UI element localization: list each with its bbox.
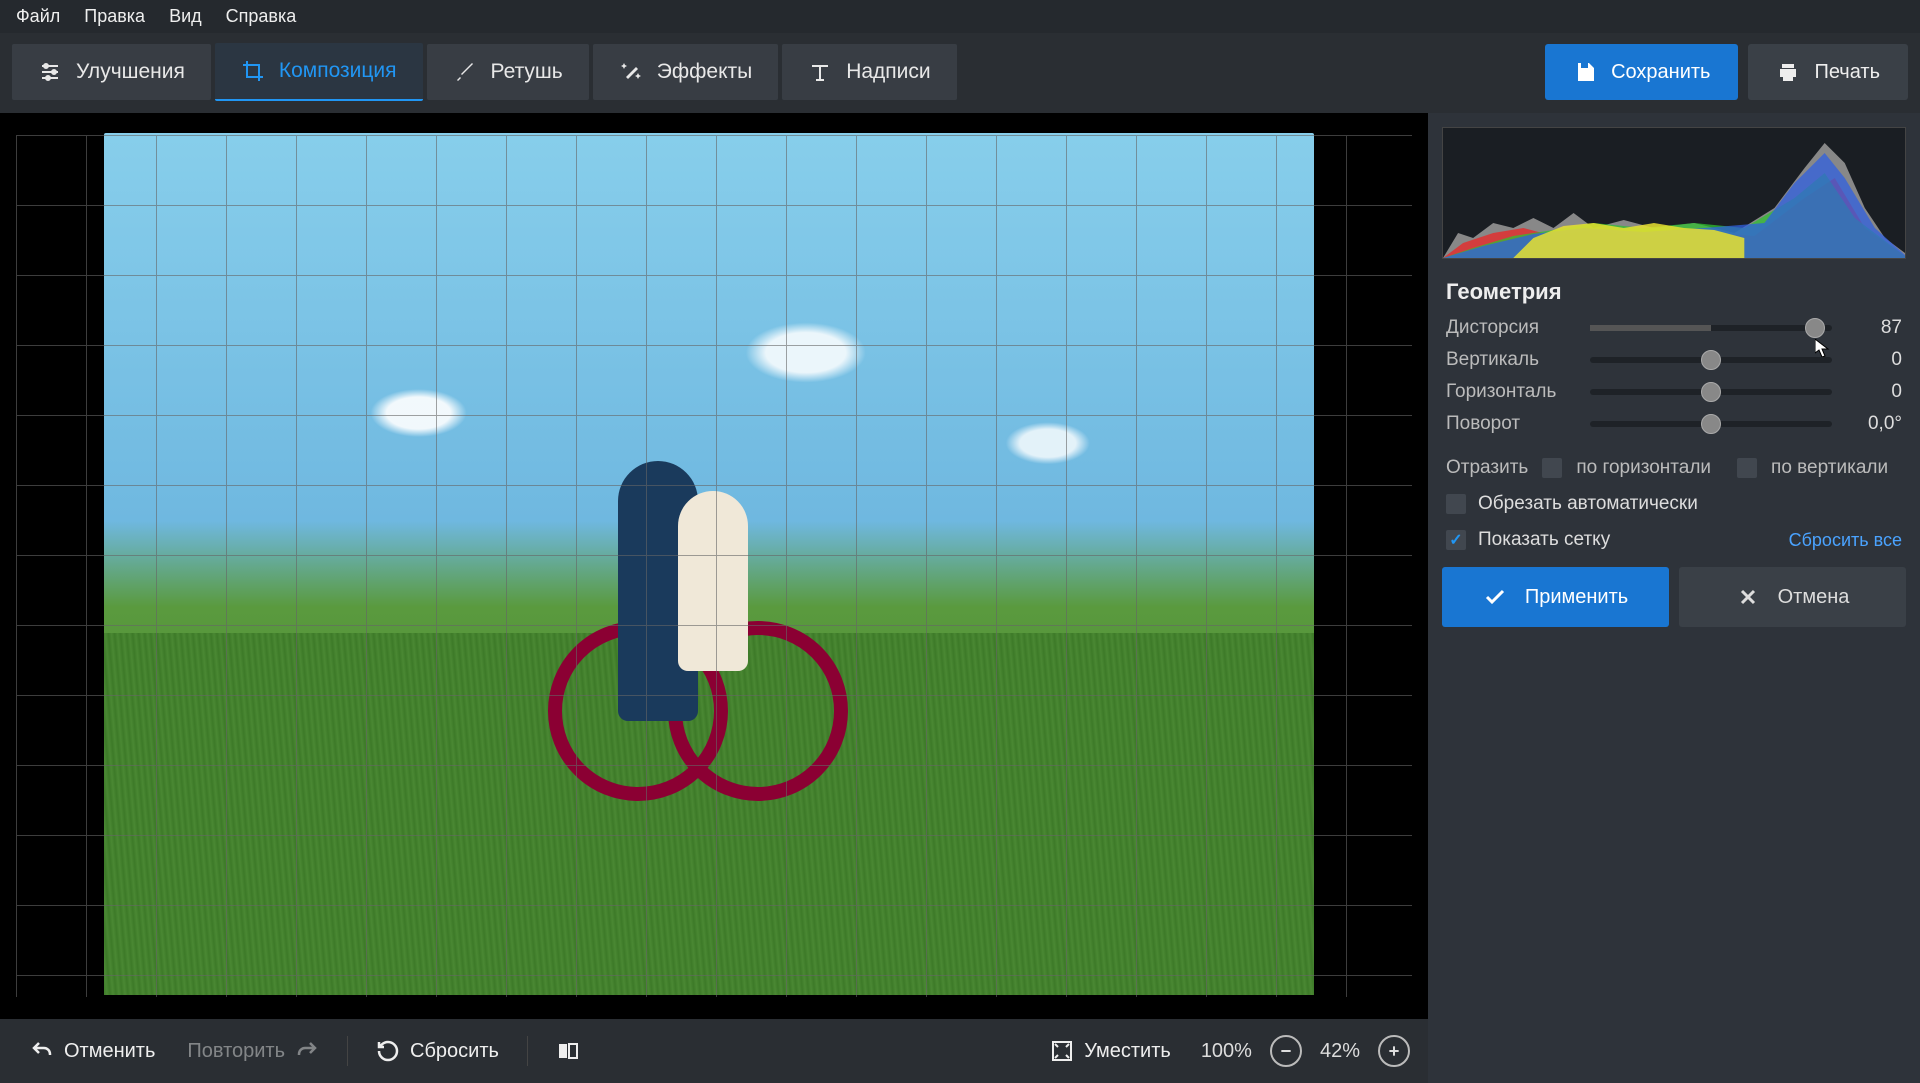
show-grid-label: Показать сетку [1478, 529, 1610, 551]
zoom-out-button[interactable] [1270, 1035, 1302, 1067]
slider-thumb[interactable] [1701, 382, 1721, 402]
zoom-100-button[interactable]: 100% [1201, 1040, 1252, 1063]
close-icon [1736, 585, 1760, 609]
redo-label: Повторить [187, 1040, 285, 1063]
tab-label: Ретушь [491, 60, 563, 84]
histogram-chart [1443, 128, 1905, 258]
menu-help[interactable]: Справка [226, 6, 297, 27]
print-button[interactable]: Печать [1748, 44, 1908, 100]
slider-horizontal: Горизонталь 0 [1446, 381, 1902, 403]
tab-captions[interactable]: Надписи [782, 44, 956, 100]
slider-track[interactable] [1590, 389, 1832, 395]
flip-vertical-label: по вертикали [1771, 457, 1888, 479]
tab-retouch[interactable]: Ретушь [427, 44, 589, 100]
status-bar: Отменить Повторить Сбросить Уместить 100 [0, 1019, 1428, 1083]
zoom-value: 42% [1320, 1040, 1360, 1063]
print-icon [1776, 60, 1800, 84]
tab-enhancements[interactable]: Улучшения [12, 44, 211, 100]
auto-crop-checkbox[interactable] [1446, 494, 1466, 514]
tab-label: Эффекты [657, 60, 752, 84]
side-panel: Геометрия Дисторсия 87 Вертикаль 0 Гориз… [1428, 113, 1920, 1083]
sliders-icon [38, 60, 62, 84]
fit-icon [1050, 1039, 1074, 1063]
fit-button[interactable]: Уместить [1038, 1033, 1183, 1069]
apply-button[interactable]: Применить [1442, 567, 1669, 627]
undo-icon [30, 1039, 54, 1063]
flip-horizontal-checkbox[interactable] [1542, 458, 1562, 478]
check-icon [1483, 585, 1507, 609]
print-label: Печать [1814, 61, 1880, 84]
slider-track[interactable] [1590, 357, 1832, 363]
brush-icon [453, 60, 477, 84]
show-grid-checkbox[interactable] [1446, 530, 1466, 550]
canvas-area: Отменить Повторить Сбросить Уместить 100 [0, 113, 1428, 1083]
flip-horizontal-label: по горизонтали [1576, 457, 1711, 479]
reset-icon [376, 1039, 400, 1063]
tab-effects[interactable]: Эффекты [593, 44, 778, 100]
zoom-in-button[interactable] [1378, 1035, 1410, 1067]
crop-icon [241, 59, 265, 83]
slider-label: Горизонталь [1446, 381, 1576, 403]
slider-rotation: Поворот 0,0° [1446, 413, 1902, 435]
slider-value: 0 [1846, 381, 1902, 403]
slider-label: Поворот [1446, 413, 1576, 435]
tab-label: Улучшения [76, 60, 185, 84]
slider-label: Вертикаль [1446, 349, 1576, 371]
slider-thumb[interactable] [1701, 350, 1721, 370]
main-toolbar: Улучшения Композиция Ретушь Эффекты Надп… [0, 33, 1920, 113]
flip-label: Отразить [1446, 457, 1528, 479]
save-button[interactable]: Сохранить [1545, 44, 1738, 100]
apply-label: Применить [1525, 586, 1628, 609]
slider-track[interactable] [1590, 325, 1832, 331]
auto-crop-label: Обрезать автоматически [1478, 493, 1698, 515]
fit-label: Уместить [1084, 1040, 1171, 1063]
cancel-button[interactable]: Отмена [1679, 567, 1906, 627]
slider-value: 0 [1846, 349, 1902, 371]
slider-distortion: Дисторсия 87 [1446, 317, 1902, 339]
slider-vertical: Вертикаль 0 [1446, 349, 1902, 371]
slider-label: Дисторсия [1446, 317, 1576, 339]
tab-composition[interactable]: Композиция [215, 43, 423, 101]
grid-overlay [16, 135, 1412, 997]
menu-bar: Файл Правка Вид Справка [0, 0, 1920, 33]
panel-title: Геометрия [1446, 279, 1902, 305]
undo-button[interactable]: Отменить [18, 1033, 167, 1069]
text-icon [808, 60, 832, 84]
histogram [1442, 127, 1906, 259]
save-label: Сохранить [1611, 61, 1710, 84]
compare-toggle[interactable] [544, 1033, 592, 1069]
tab-label: Надписи [846, 60, 930, 84]
reset-all-link[interactable]: Сбросить все [1789, 530, 1902, 551]
slider-thumb[interactable] [1805, 318, 1825, 338]
tab-label: Композиция [279, 59, 397, 83]
redo-button[interactable]: Повторить [175, 1033, 331, 1069]
reset-label: Сбросить [410, 1040, 499, 1063]
save-icon [1573, 60, 1597, 84]
compare-icon [556, 1039, 580, 1063]
menu-view[interactable]: Вид [169, 6, 202, 27]
slider-value: 0,0° [1846, 413, 1902, 435]
cancel-label: Отмена [1778, 586, 1850, 609]
undo-label: Отменить [64, 1040, 155, 1063]
redo-icon [295, 1039, 319, 1063]
slider-value: 87 [1846, 317, 1902, 339]
reset-button[interactable]: Сбросить [364, 1033, 511, 1069]
slider-track[interactable] [1590, 421, 1832, 427]
flip-vertical-checkbox[interactable] [1737, 458, 1757, 478]
wand-icon [619, 60, 643, 84]
menu-edit[interactable]: Правка [84, 6, 145, 27]
menu-file[interactable]: Файл [16, 6, 60, 27]
image-canvas[interactable] [4, 117, 1424, 1015]
slider-thumb[interactable] [1701, 414, 1721, 434]
